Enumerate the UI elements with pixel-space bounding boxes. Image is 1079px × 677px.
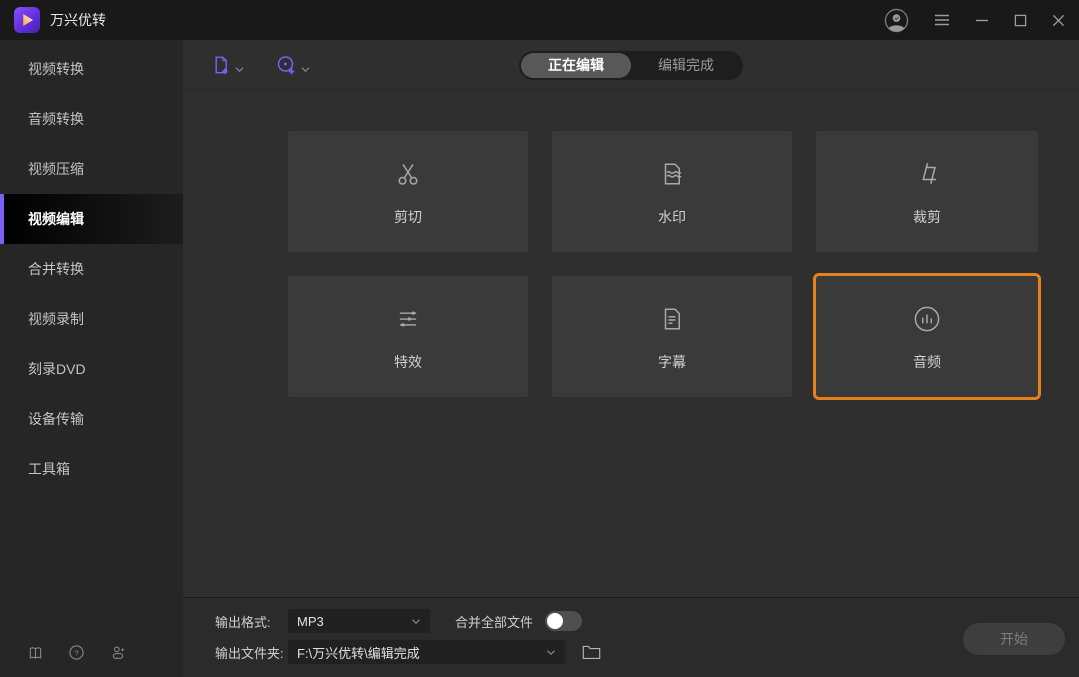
chevron-down-icon bbox=[235, 66, 244, 73]
app-logo-icon bbox=[14, 7, 40, 33]
tab-editing[interactable]: 正在编辑 bbox=[521, 53, 631, 78]
chevron-down-icon bbox=[411, 618, 421, 625]
card-effects[interactable]: 特效 bbox=[288, 276, 528, 397]
minimize-icon[interactable] bbox=[975, 13, 989, 27]
sidebar-item-device-transfer[interactable]: 设备传输 bbox=[0, 394, 183, 444]
menu-hamburger-icon[interactable] bbox=[934, 13, 950, 27]
card-label: 水印 bbox=[658, 207, 686, 227]
card-label: 音频 bbox=[913, 352, 941, 372]
scissors-icon bbox=[393, 156, 423, 192]
watermark-icon bbox=[657, 156, 687, 192]
subtitle-document-icon bbox=[657, 301, 687, 337]
main-area: 正在编辑 编辑完成 剪切 bbox=[183, 40, 1079, 677]
sidebar-item-video-edit[interactable]: 视频编辑 bbox=[0, 194, 183, 244]
browse-folder-icon[interactable] bbox=[582, 644, 601, 660]
card-audio[interactable]: 音频 bbox=[816, 276, 1038, 397]
chevron-down-icon bbox=[301, 66, 310, 73]
edit-tools-panel: 剪切 水印 bbox=[183, 90, 1079, 597]
account-avatar-icon[interactable] bbox=[884, 8, 909, 33]
app-window: 万兴优转 bbox=[0, 0, 1079, 677]
app-title: 万兴优转 bbox=[50, 10, 106, 30]
sidebar-item-video-convert[interactable]: 视频转换 bbox=[0, 44, 183, 94]
card-label: 裁剪 bbox=[913, 207, 941, 227]
chevron-down-icon bbox=[546, 649, 556, 656]
effects-sliders-icon bbox=[393, 301, 423, 337]
sidebar-item-screen-record[interactable]: 视频录制 bbox=[0, 294, 183, 344]
output-folder-value: F:\万兴优转\编辑完成 bbox=[297, 643, 420, 662]
sidebar-item-video-compress[interactable]: 视频压缩 bbox=[0, 144, 183, 194]
maximize-icon[interactable] bbox=[1014, 14, 1027, 27]
sidebar-item-toolbox[interactable]: 工具箱 bbox=[0, 444, 183, 494]
sidebar: 视频转换 音频转换 视频压缩 视频编辑 合并转换 视频录制 刻录DVD 设备传输… bbox=[0, 40, 183, 677]
output-folder-select[interactable]: F:\万兴优转\编辑完成 bbox=[288, 640, 565, 664]
toggle-knob bbox=[547, 613, 563, 629]
merge-all-files-toggle[interactable] bbox=[545, 611, 582, 631]
output-format-select[interactable]: MP3 bbox=[288, 609, 430, 633]
sidebar-item-audio-convert[interactable]: 音频转换 bbox=[0, 94, 183, 144]
tab-edit-finished[interactable]: 编辑完成 bbox=[631, 53, 741, 78]
add-disc-icon bbox=[274, 53, 298, 77]
card-label: 字幕 bbox=[658, 352, 686, 372]
sidebar-item-burn-dvd[interactable]: 刻录DVD bbox=[0, 344, 183, 394]
card-trim[interactable]: 剪切 bbox=[288, 131, 528, 252]
output-format-value: MP3 bbox=[297, 614, 324, 629]
load-dvd-button[interactable] bbox=[274, 53, 310, 77]
output-settings-bar: 输出格式: MP3 合并全部文件 bbox=[183, 597, 1079, 677]
card-subtitle[interactable]: 字幕 bbox=[552, 276, 792, 397]
add-file-icon bbox=[209, 53, 232, 77]
user-guide-book-icon[interactable] bbox=[27, 644, 44, 661]
close-icon[interactable] bbox=[1052, 14, 1065, 27]
toolbar: 正在编辑 编辑完成 bbox=[183, 40, 1079, 90]
crop-icon bbox=[912, 156, 942, 192]
audio-bars-icon bbox=[911, 301, 943, 337]
card-label: 特效 bbox=[394, 352, 422, 372]
start-button[interactable]: 开始 bbox=[963, 623, 1065, 655]
help-icon[interactable]: ? bbox=[68, 644, 85, 661]
sidebar-item-merge-convert[interactable]: 合并转换 bbox=[0, 244, 183, 294]
edit-status-tabs: 正在编辑 编辑完成 bbox=[519, 51, 743, 80]
titlebar: 万兴优转 bbox=[0, 0, 1079, 40]
output-folder-label: 输出文件夹: bbox=[215, 643, 288, 662]
card-label: 剪切 bbox=[394, 207, 422, 227]
add-file-button[interactable] bbox=[209, 53, 244, 77]
sidebar-footer: ? bbox=[0, 644, 183, 677]
output-format-label: 输出格式: bbox=[215, 612, 288, 631]
svg-text:?: ? bbox=[74, 649, 78, 658]
share-users-icon[interactable] bbox=[109, 644, 127, 661]
card-crop[interactable]: 裁剪 bbox=[816, 131, 1038, 252]
merge-all-files-label: 合并全部文件 bbox=[455, 612, 533, 631]
card-watermark[interactable]: 水印 bbox=[552, 131, 792, 252]
